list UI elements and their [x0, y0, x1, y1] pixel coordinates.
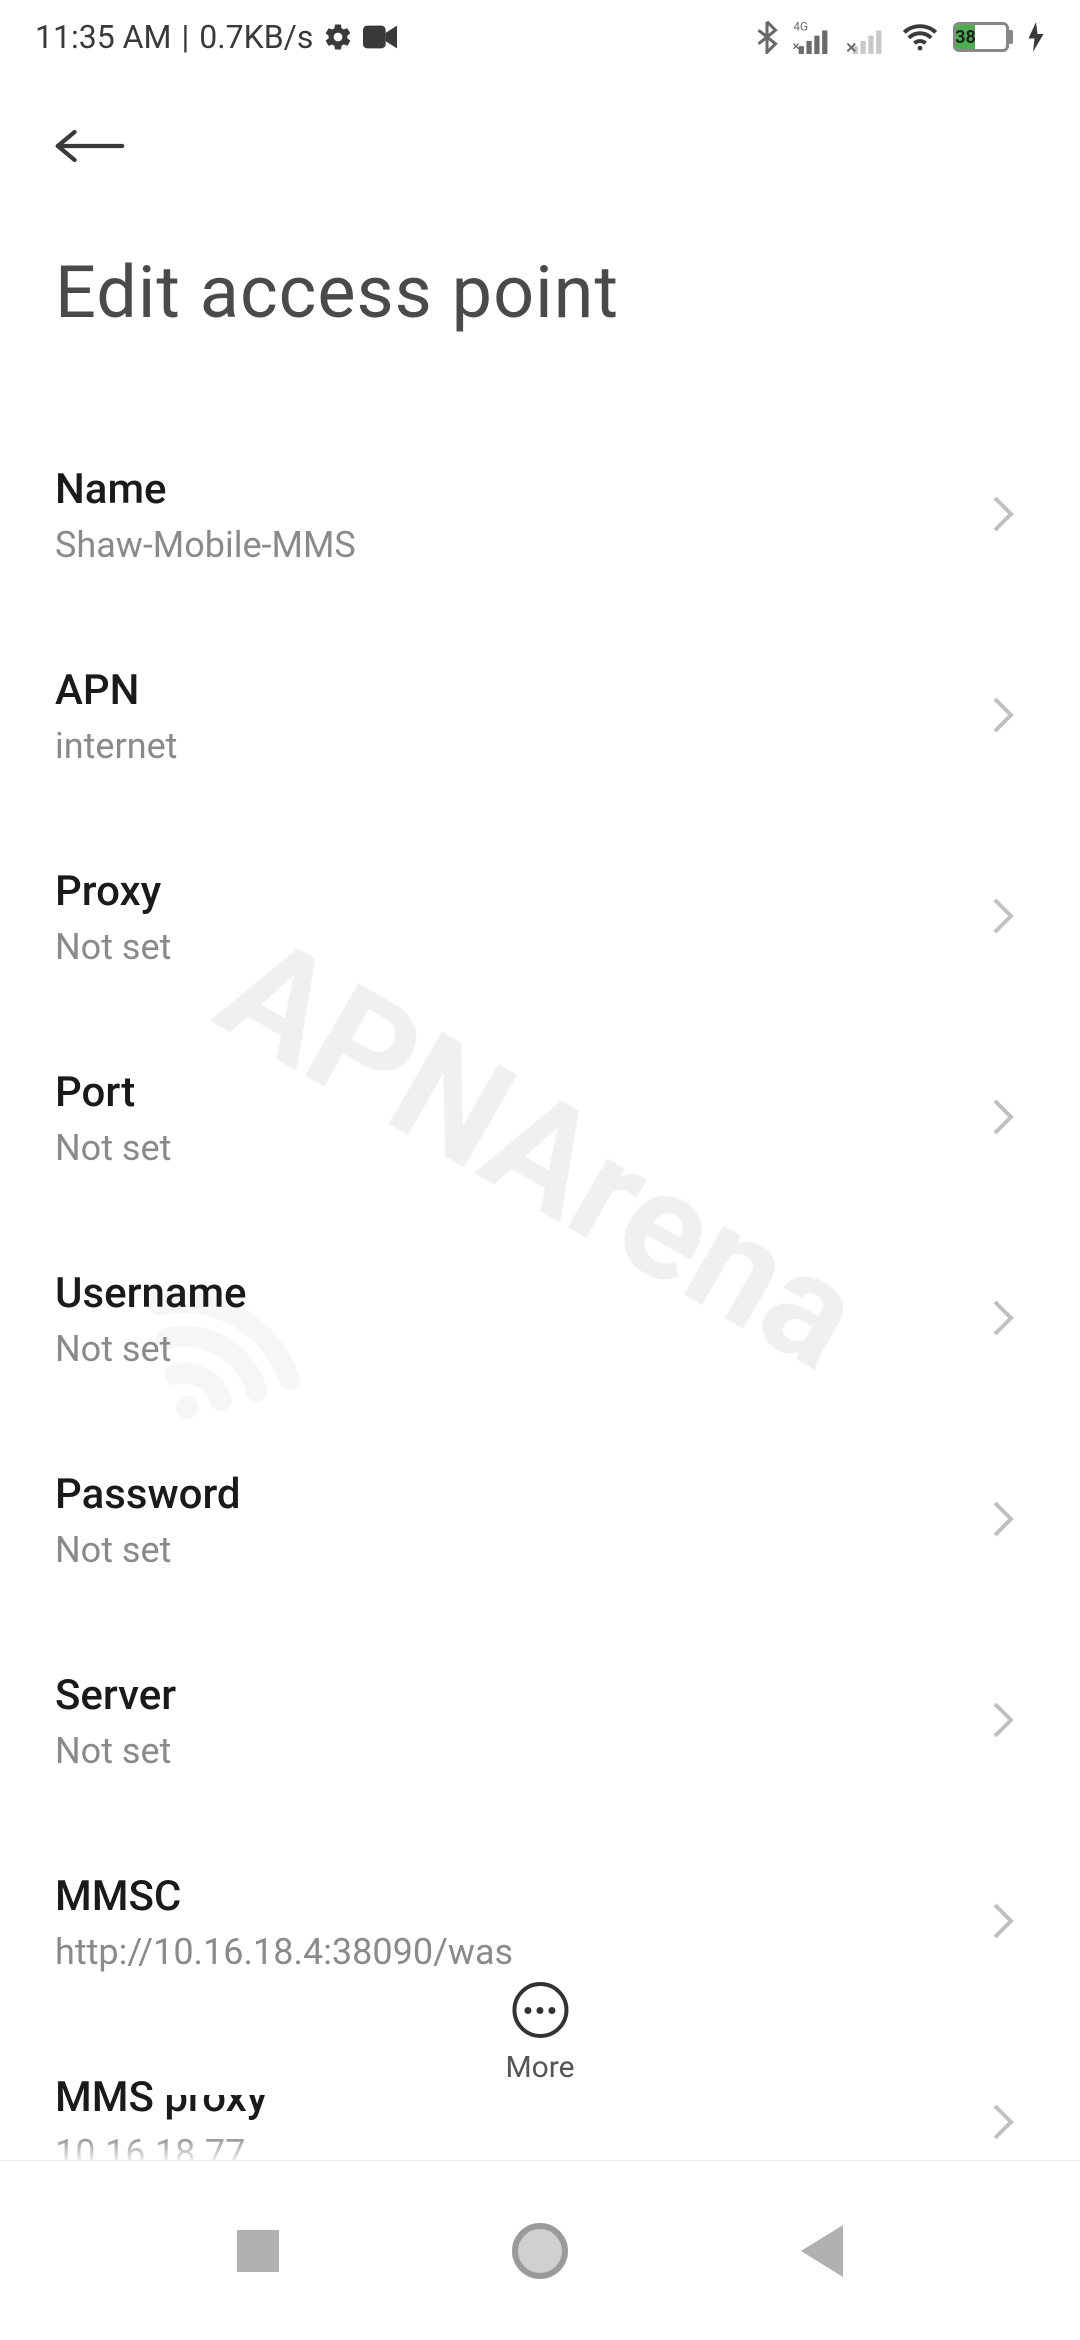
nav-home-button[interactable] [512, 2223, 568, 2279]
setting-port[interactable]: Port Not set [55, 1018, 1025, 1219]
video-icon [363, 24, 397, 50]
apn-settings-list: Name Shaw-Mobile-MMS APN internet Proxy … [0, 355, 1080, 2224]
more-icon [512, 1982, 568, 2038]
setting-label: APN [55, 666, 991, 715]
battery-icon: 38 [953, 22, 1013, 52]
chevron-right-icon [991, 1298, 1025, 1342]
more-button[interactable]: More [155, 1972, 924, 2095]
setting-value: Not set [55, 1127, 991, 1169]
setting-password[interactable]: Password Not set [55, 1420, 1025, 1621]
setting-label: Server [55, 1671, 991, 1720]
setting-value: Not set [55, 1529, 991, 1571]
chevron-right-icon [991, 1499, 1025, 1543]
setting-value: Not set [55, 926, 991, 968]
gear-icon [323, 22, 353, 52]
setting-label: MMSC [55, 1872, 991, 1921]
navigation-bar [0, 2160, 1080, 2340]
page-title: Edit access point [55, 250, 1025, 335]
charging-icon [1027, 22, 1045, 52]
status-bar: 11:35 AM | 0.7KB/s 4G [0, 0, 1080, 66]
setting-value: Shaw-Mobile-MMS [55, 524, 991, 566]
bluetooth-icon [755, 20, 779, 54]
status-time: 11:35 AM [35, 18, 171, 56]
back-button[interactable] [55, 116, 125, 180]
status-separator: | [181, 18, 189, 56]
setting-label: Name [55, 465, 991, 514]
header: Edit access point [0, 66, 1080, 355]
setting-username[interactable]: Username Not set [55, 1219, 1025, 1420]
setting-apn[interactable]: APN internet [55, 616, 1025, 817]
setting-label: Proxy [55, 867, 991, 916]
status-right: 4G 38 [755, 20, 1045, 54]
nav-recents-button[interactable] [237, 2230, 279, 2272]
chevron-right-icon [991, 1700, 1025, 1744]
nav-back-button[interactable] [801, 2225, 843, 2277]
wifi-icon [901, 22, 939, 52]
setting-value: internet [55, 725, 991, 767]
setting-label: Port [55, 1068, 991, 1117]
status-left: 11:35 AM | 0.7KB/s [35, 18, 397, 56]
setting-label: Password [55, 1470, 991, 1519]
chevron-right-icon [991, 494, 1025, 538]
signal-nosim-icon [847, 20, 887, 54]
chevron-right-icon [991, 1097, 1025, 1141]
setting-proxy[interactable]: Proxy Not set [55, 817, 1025, 1018]
more-label: More [505, 2050, 574, 2085]
setting-label: Username [55, 1269, 991, 1318]
signal-4g-icon: 4G [793, 20, 833, 54]
chevron-right-icon [991, 695, 1025, 739]
chevron-right-icon [991, 1901, 1025, 1945]
status-speed: 0.7KB/s [199, 18, 313, 56]
chevron-right-icon [991, 896, 1025, 940]
setting-value: Not set [55, 1730, 991, 1772]
setting-name[interactable]: Name Shaw-Mobile-MMS [55, 415, 1025, 616]
setting-value: http://10.16.18.4:38090/was [55, 1931, 991, 1973]
setting-server[interactable]: Server Not set [55, 1621, 1025, 1822]
setting-value: Not set [55, 1328, 991, 1370]
svg-text:4G: 4G [793, 20, 808, 33]
